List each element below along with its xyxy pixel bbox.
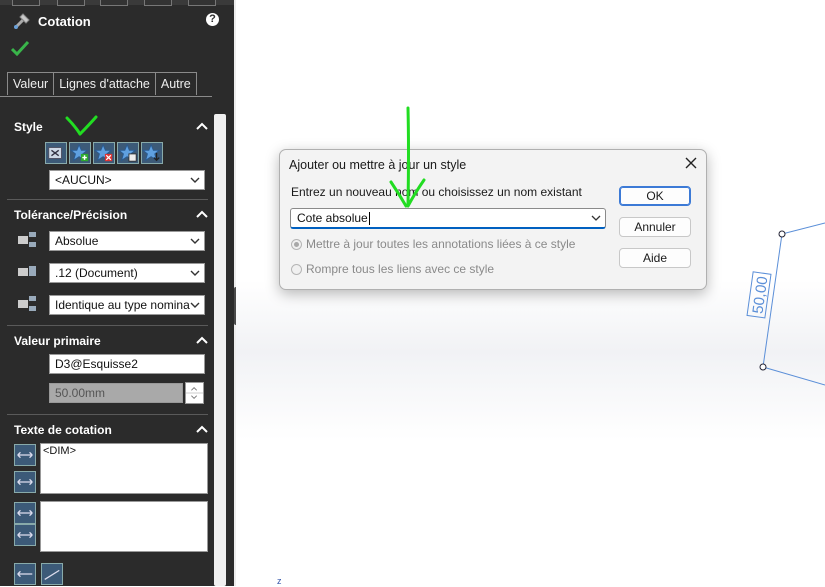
dimension-value-stepper[interactable] xyxy=(185,382,204,404)
panel-scrollbar-thumb[interactable] xyxy=(214,114,226,586)
star-save-icon xyxy=(117,143,137,162)
chevron-down-icon xyxy=(190,238,200,244)
load-style-button[interactable] xyxy=(141,142,163,164)
display-manager-tab[interactable] xyxy=(188,0,216,6)
panel-tabs: Valeur Lignes d'attache Autre xyxy=(7,72,197,96)
apply-default-style-button[interactable] xyxy=(45,142,67,164)
star-load-icon xyxy=(141,143,161,162)
primary-precision-value: .12 (Document) xyxy=(55,266,138,280)
dimension-value-label[interactable]: 50,00 xyxy=(749,275,771,315)
tolerance-type-icon xyxy=(18,232,36,247)
primary-value-section-title: Valeur primaire xyxy=(14,334,101,348)
ok-button[interactable]: OK xyxy=(619,186,691,206)
tab-lignes-attache[interactable]: Lignes d'attache xyxy=(53,72,156,95)
tolerance-precision-value: Identique au type nominal xyxy=(55,298,193,312)
update-annotations-radio[interactable] xyxy=(291,238,302,250)
dimension-text-area[interactable]: <DIM> xyxy=(40,443,208,494)
text-justify-button[interactable] xyxy=(14,471,36,493)
tabs-divider xyxy=(0,96,212,97)
tab-valeur[interactable]: Valeur xyxy=(7,72,55,95)
dimension-text-icon xyxy=(17,509,33,517)
stepper-arrows-icon xyxy=(186,386,203,400)
help-icon[interactable]: ? xyxy=(206,13,219,26)
section-divider xyxy=(7,414,208,415)
favorite-apply-icon xyxy=(48,147,62,159)
star-delete-icon xyxy=(93,143,113,162)
section-divider xyxy=(7,325,208,326)
style-section-title: Style xyxy=(14,120,43,134)
dimension-text-icon xyxy=(17,531,33,539)
dialog-title: Ajouter ou mettre à jour un style xyxy=(289,158,467,172)
dimension-text-icon xyxy=(17,451,33,459)
sketch-dimension[interactable]: 50,00 xyxy=(745,215,825,395)
radio-break-row[interactable]: Rompre tous les liens avec ce style xyxy=(291,262,494,276)
tolerance-precision-select[interactable]: Identique au type nominal xyxy=(49,295,205,315)
help-button[interactable]: Aide xyxy=(619,248,691,268)
chevron-down-icon[interactable] xyxy=(591,213,601,223)
delete-style-button[interactable] xyxy=(93,142,115,164)
style-name-combo[interactable]: Cote absolue xyxy=(290,208,606,229)
dimension-icon xyxy=(13,13,30,30)
panel-top-tabs xyxy=(0,0,234,6)
style-select[interactable]: <AUCUN> xyxy=(49,170,205,190)
property-manager-panel: Cotation ? Valeur Lignes d'attache Autre… xyxy=(0,0,234,586)
cancel-button[interactable]: Annuler xyxy=(619,217,691,237)
star-add-icon xyxy=(69,143,89,162)
collapse-style-chevron-icon[interactable] xyxy=(196,122,208,130)
tolerance-type-select[interactable]: Absolue xyxy=(49,231,205,251)
text-justify-button[interactable] xyxy=(14,444,36,466)
angled-text-icon xyxy=(44,569,60,580)
dimension-text-icon xyxy=(17,478,33,486)
chevron-down-icon xyxy=(190,299,200,311)
dimension-name-field[interactable]: D3@Esquisse2 xyxy=(49,354,205,374)
dialog-prompt: Entrez un nouveau nom ou choisissez un n… xyxy=(291,185,582,199)
featuremanager-tab[interactable] xyxy=(12,0,40,6)
primary-precision-icon xyxy=(18,266,36,276)
add-update-style-dialog: Ajouter ou mettre à jour un style Entrez… xyxy=(279,149,707,290)
tab-autre[interactable]: Autre xyxy=(154,72,197,95)
tolerance-type-value: Absolue xyxy=(55,234,99,248)
text-justify-button[interactable] xyxy=(14,502,36,524)
chevron-down-icon xyxy=(190,270,200,276)
configurationmanager-tab[interactable] xyxy=(100,0,128,6)
dimension-text-section-title: Texte de cotation xyxy=(14,423,112,437)
break-links-radio[interactable] xyxy=(291,263,302,275)
tolerance-section-title: Tolérance/Précision xyxy=(14,208,128,222)
justify-left-icon xyxy=(17,570,33,578)
break-links-label: Rompre tous les liens avec ce style xyxy=(306,262,495,276)
axis-indicator-z: z xyxy=(277,576,282,586)
dimension-value-field[interactable]: 50.00mm xyxy=(49,383,183,403)
text-angle-button[interactable] xyxy=(41,563,63,585)
collapse-dimension-text-chevron-icon[interactable] xyxy=(196,425,208,433)
radio-update-row[interactable]: Mettre à jour toutes les annotations lié… xyxy=(291,237,575,251)
style-name-input[interactable]: Cote absolue xyxy=(297,211,370,226)
collapse-primary-value-chevron-icon[interactable] xyxy=(196,336,208,344)
style-select-value: <AUCUN> xyxy=(55,173,112,187)
text-justify-button[interactable] xyxy=(14,524,36,546)
collapse-tolerance-chevron-icon[interactable] xyxy=(196,210,208,218)
dimension-text-lower-area[interactable] xyxy=(40,501,208,552)
panel-header: Cotation xyxy=(12,11,91,31)
dimxpert-tab[interactable] xyxy=(144,0,172,6)
section-divider xyxy=(7,199,208,200)
propertymanager-tab[interactable] xyxy=(57,0,85,6)
close-icon[interactable] xyxy=(684,156,698,170)
save-style-button[interactable] xyxy=(117,142,139,164)
tolerance-precision-icon xyxy=(18,296,36,311)
primary-precision-select[interactable]: .12 (Document) xyxy=(49,263,205,283)
chevron-down-icon xyxy=(190,177,200,183)
confirm-check-icon[interactable] xyxy=(11,40,29,56)
update-annotations-label: Mettre à jour toutes les annotations lié… xyxy=(306,237,576,251)
text-left-justify-button[interactable] xyxy=(14,563,36,585)
add-style-button[interactable] xyxy=(69,142,91,164)
graphics-area-gradient xyxy=(236,280,825,440)
panel-title: Cotation xyxy=(38,13,91,29)
